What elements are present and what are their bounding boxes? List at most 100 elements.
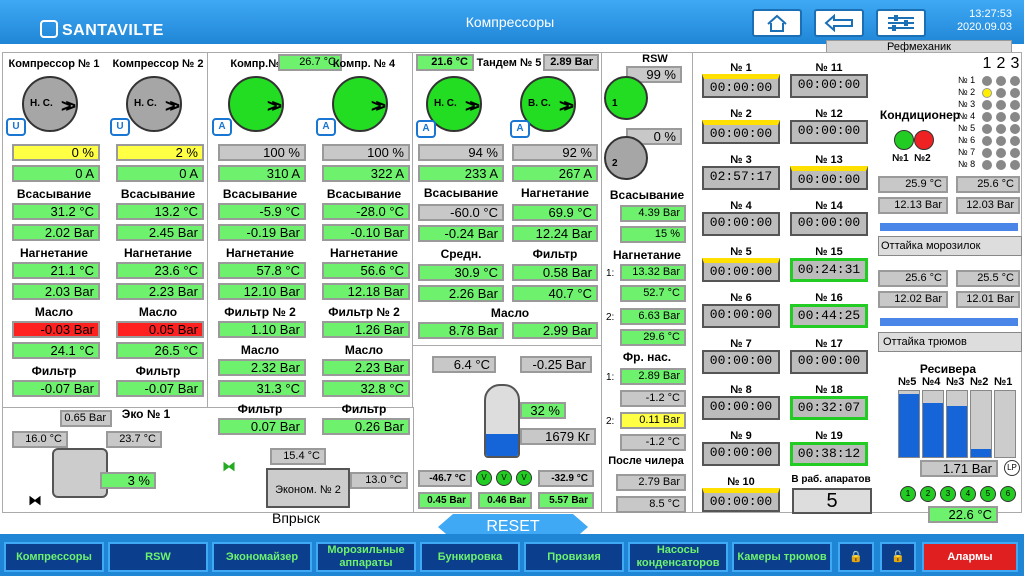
receiver-bar [946, 390, 968, 458]
alarms-button[interactable]: Алармы [922, 542, 1018, 572]
ac-t4: 25.5 °C [956, 270, 1020, 287]
tandem-oil-label: Масло [490, 306, 530, 320]
timer-display[interactable]: 00:00:00 [702, 304, 780, 328]
receiver-a: -46.7 °C [418, 470, 472, 487]
tandem-suction-label: Всасывание [423, 186, 499, 200]
chevron-icon: >> [558, 96, 574, 116]
d_temp-value: 57.8 °C [218, 262, 306, 279]
pump-icon[interactable]: V [476, 470, 492, 486]
grid-col-header: 2 [996, 55, 1006, 72]
grid-row-label: № 3 [958, 99, 976, 109]
grid-row-label: № 4 [958, 111, 976, 121]
page-title: Компрессоры [465, 14, 555, 30]
nav-button[interactable]: Бункировка [420, 542, 520, 572]
compressor-icon[interactable]: Н. С. >> [126, 76, 182, 132]
defrost-freezers-button[interactable]: Оттайка морозилок [878, 236, 1022, 256]
timer-display[interactable]: 00:00:00 [702, 258, 780, 282]
oil_temp-value: 31.3 °C [218, 380, 306, 397]
status-dot [996, 112, 1006, 122]
timer-label: № 13 [815, 154, 843, 166]
timer-display[interactable]: 00:32:07 [790, 396, 868, 420]
auto-mode-icon[interactable]: U [110, 118, 130, 136]
compressor-icon[interactable]: >> [228, 76, 284, 132]
grid-row-label: № 2 [958, 87, 976, 97]
timer-display[interactable]: 00:00:00 [702, 74, 780, 98]
receiver-label: №2 [970, 376, 989, 388]
timer-display[interactable]: 02:57:17 [702, 166, 780, 190]
timer-label: № 12 [815, 108, 843, 120]
rsw-compressor-1[interactable]: 1 [604, 76, 648, 120]
home-button[interactable] [752, 9, 802, 37]
d_bar-value: 12.18 Bar [322, 283, 410, 300]
disch-label: Нагнетание [124, 246, 192, 260]
timer-display[interactable]: 00:00:00 [702, 442, 780, 466]
auto-mode-icon[interactable]: A [510, 120, 530, 138]
receiver-fill [947, 405, 967, 457]
nav-button[interactable]: RSW [108, 542, 208, 572]
pipe-arrow [880, 223, 1018, 231]
f_bar-value: -0.07 Bar [116, 380, 204, 397]
timer-display[interactable]: 00:00:00 [702, 120, 780, 144]
compressor-icon[interactable]: Н. С. >> [22, 76, 78, 132]
status-dot [1010, 112, 1020, 122]
valve-icon[interactable]: ⧓ [222, 458, 236, 475]
eco-t3: 15.4 °C [270, 448, 326, 465]
timer-display[interactable]: 00:00:00 [790, 212, 868, 236]
pct-value: 2 % [116, 144, 204, 161]
nav-button[interactable]: Компрессоры [4, 542, 104, 572]
ac-unit-2-icon[interactable] [914, 130, 934, 150]
ac-unit-1-icon[interactable] [894, 130, 914, 150]
nav-button[interactable]: Морозильные аппараты [316, 542, 416, 572]
rsw-idx2b: 2: [606, 416, 615, 427]
status-dot [1010, 100, 1020, 110]
timer-display[interactable]: 00:44:25 [790, 304, 868, 328]
back-button[interactable] [814, 9, 864, 37]
timer-display[interactable]: 00:38:12 [790, 442, 868, 466]
mode-label: Н. С. [30, 98, 53, 109]
timer-display[interactable]: 00:24:31 [790, 258, 868, 282]
pump-icon[interactable]: V [516, 470, 532, 486]
grid-row-label: № 6 [958, 135, 976, 145]
amp-value: 0 A [116, 165, 204, 182]
receiver-fill [899, 394, 919, 457]
filter-label: Фильтр [135, 364, 181, 378]
auto-mode-icon[interactable]: A [316, 118, 336, 136]
nav-button[interactable]: Насосы конденсаторов [628, 542, 728, 572]
defrost-holds-button[interactable]: Оттайка трюмов [878, 332, 1022, 352]
compressor-icon[interactable]: >> [332, 76, 388, 132]
tandem-d-bar: 12.24 Bar [512, 225, 598, 242]
auto-mode-icon[interactable]: A [212, 118, 232, 136]
timer-display[interactable]: 00:00:00 [790, 350, 868, 374]
timer-display[interactable]: 00:00:00 [790, 166, 868, 190]
timer-display[interactable]: 00:00:00 [702, 396, 780, 420]
rsw-a2: 8.5 °C [616, 496, 686, 513]
tandem-d-temp: 69.9 °C [512, 204, 598, 221]
valve-icon[interactable]: ⧓ [28, 492, 42, 509]
timer-display[interactable]: 00:00:00 [702, 488, 780, 512]
ac-b4: 12.01 Bar [956, 291, 1020, 308]
nav-button[interactable]: Экономайзер [212, 542, 312, 572]
tandem-amp-b: 267 A [512, 165, 598, 182]
pump-icon[interactable]: V [496, 470, 512, 486]
timer-display[interactable]: 00:00:00 [702, 350, 780, 374]
timer-display[interactable]: 00:00:00 [790, 74, 868, 98]
nav-button[interactable]: Провизия [524, 542, 624, 572]
f_bar-value: 0.26 Bar [322, 418, 410, 435]
tandem-title: Тандем № 5 [476, 57, 542, 69]
f2_bar-value: 1.10 Bar [218, 321, 306, 338]
auto-mode-icon[interactable]: A [416, 120, 436, 138]
status-dot [996, 148, 1006, 158]
auto-mode-icon[interactable]: U [6, 118, 26, 136]
rsw-n1a: 13.32 Bar [620, 264, 686, 281]
filter-label: Фильтр [341, 402, 387, 416]
settings-button[interactable] [876, 9, 926, 37]
receiver-bar [970, 390, 992, 458]
rsw-compressor-2[interactable]: 2 [604, 136, 648, 180]
timer-display[interactable]: 00:00:00 [702, 212, 780, 236]
timer-display[interactable]: 00:00:00 [790, 120, 868, 144]
d_bar-value: 2.03 Bar [12, 283, 100, 300]
unlock-button[interactable]: 🔓 [880, 542, 916, 572]
receiver-pump-indicator: 3 [940, 486, 956, 502]
lock-button[interactable]: 🔒 [838, 542, 874, 572]
nav-button[interactable]: Камеры трюмов [732, 542, 832, 572]
